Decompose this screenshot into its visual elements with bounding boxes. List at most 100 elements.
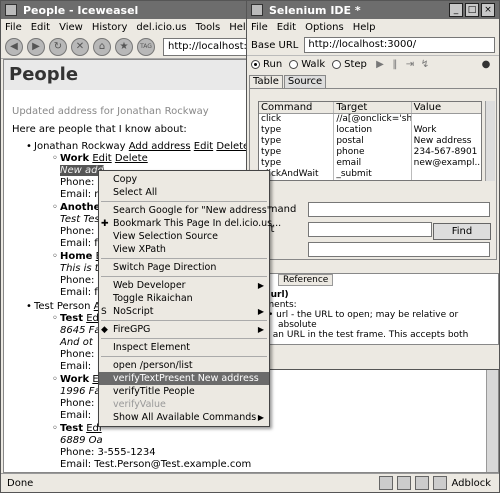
security-status-icon[interactable]: [415, 476, 430, 490]
pause-icon[interactable]: ‖: [389, 59, 401, 71]
tag-icon[interactable]: TAG: [137, 37, 155, 56]
step-icon[interactable]: ⇥: [404, 59, 416, 71]
command-table-scrollbar[interactable]: [485, 101, 495, 181]
maximize-icon[interactable]: □: [465, 3, 479, 17]
menu-delicious[interactable]: del.icio.us: [136, 22, 186, 33]
firegpg-status-icon[interactable]: [433, 476, 448, 490]
menu-tools[interactable]: Tools: [196, 22, 221, 33]
target-cell: phone: [334, 147, 412, 158]
context-menu-item-copy[interactable]: Copy: [99, 173, 269, 186]
column-header-command[interactable]: Command: [259, 102, 335, 113]
menu-view[interactable]: View: [59, 22, 83, 33]
address-line: Email: Test.Person@Test.example.com: [52, 459, 498, 471]
minimize-icon[interactable]: _: [449, 3, 463, 17]
target-input[interactable]: [308, 221, 432, 237]
run-radio[interactable]: Run: [251, 59, 282, 70]
context-menu-item-toggle-rikaichan[interactable]: Toggle Rikaichan: [99, 292, 269, 305]
edit-person-link[interactable]: Edit: [194, 141, 213, 152]
reference-args-label: guments:: [254, 300, 297, 310]
column-header-target[interactable]: Target: [334, 102, 412, 113]
command-row[interactable]: verifyTextPresentNew address: [259, 180, 481, 181]
tab-table[interactable]: Table: [249, 75, 283, 88]
context-menu-item-open-person-list[interactable]: open /person/list: [99, 359, 269, 372]
stop-icon[interactable]: ✕: [71, 37, 89, 56]
reload-icon[interactable]: ↻: [49, 37, 67, 56]
add-address-link[interactable]: Add address: [129, 141, 191, 152]
address-detail: Phone: 3-555-1234: [60, 447, 156, 458]
walk-radio-dot[interactable]: [289, 60, 299, 69]
command-row[interactable]: type postal New address: [259, 136, 481, 147]
script-status-icon[interactable]: [397, 476, 412, 490]
submenu-arrow-icon: ▶: [257, 307, 264, 316]
context-menu-item-verifyvalue: verifyValue: [99, 398, 269, 411]
selenium-menu-options[interactable]: Options: [305, 22, 344, 33]
menu-edit[interactable]: Edit: [31, 22, 50, 33]
record-icon[interactable]: ●: [480, 59, 492, 71]
selenium-menu-edit[interactable]: Edit: [277, 22, 296, 33]
context-menu-item-web-developer[interactable]: Web Developer ▶: [99, 279, 269, 292]
close-icon[interactable]: ×: [481, 3, 495, 17]
value-cell: Work: [413, 125, 437, 135]
selenium-title: Selenium IDE *: [269, 3, 361, 17]
column-header-value[interactable]: Value: [412, 102, 481, 113]
reference-panel: Reference en(url) guments: • url - the U…: [249, 273, 499, 345]
context-menu-item-verifytextpresent-new-address[interactable]: verifyTextPresent New address: [99, 372, 269, 385]
rollup-icon[interactable]: ↯: [419, 59, 431, 71]
menu-file[interactable]: File: [5, 22, 22, 33]
command-input[interactable]: [308, 201, 490, 217]
bullet-icon: ◦: [52, 313, 58, 324]
home-icon[interactable]: ⌂: [93, 37, 111, 56]
person-name: Jonathan Rockway: [34, 141, 126, 152]
selenium-menu-file[interactable]: File: [251, 22, 268, 33]
command-row[interactable]: clickAndWait _submit: [259, 169, 481, 180]
play-icon[interactable]: ▶: [374, 59, 386, 71]
context-menu-item-search-google-for-new-address[interactable]: Search Google for "New address": [99, 204, 271, 217]
tab-source[interactable]: Source: [283, 75, 327, 88]
context-menu-item-noscript[interactable]: S NoScript ▶: [99, 305, 269, 318]
base-url-input[interactable]: http://localhost:3000/: [304, 37, 495, 53]
bookmark-icon[interactable]: ★: [115, 37, 133, 56]
context-menu-item-select-all[interactable]: Select All: [99, 186, 269, 199]
context-menu-label: verifyTitle People: [113, 386, 195, 397]
context-menu-label: FireGPG: [113, 324, 151, 335]
forward-icon[interactable]: ▶: [27, 37, 45, 56]
run-radio-dot[interactable]: [251, 60, 260, 69]
back-icon[interactable]: ◀: [5, 37, 23, 56]
base-url-label: Base URL: [251, 39, 299, 51]
context-menu-label: NoScript: [113, 306, 154, 317]
run-label: Run: [263, 59, 283, 70]
context-menu-item-verifytitle-people[interactable]: verifyTitle People: [99, 385, 269, 398]
noscript-status-icon[interactable]: [379, 476, 394, 490]
context-menu-item-show-all-available-commands[interactable]: Show All Available Commands ▶: [99, 411, 269, 424]
delete-address-link[interactable]: Delete: [115, 153, 148, 164]
command-row[interactable]: click//a[@onclick='sh...: [259, 114, 481, 125]
target-cell: email: [334, 158, 412, 169]
command-row[interactable]: type phone 234-567-8901: [259, 147, 481, 158]
context-menu-label: verifyValue: [113, 399, 166, 410]
command-row[interactable]: type location Work: [259, 125, 481, 136]
tab-reference[interactable]: Reference: [278, 274, 334, 286]
find-button[interactable]: Find: [433, 223, 491, 240]
selenium-menu-help[interactable]: Help: [353, 22, 376, 33]
context-menu-item-firegpg[interactable]: ◆ FireGPG ▶: [99, 323, 269, 336]
value-cell: new@exampl...: [413, 158, 482, 168]
context-menu-item-switch-page-direction[interactable]: Switch Page Direction: [99, 261, 269, 274]
step-radio-dot[interactable]: [332, 60, 342, 69]
adblock-label[interactable]: Adblock: [451, 478, 491, 489]
menu-history[interactable]: History: [92, 22, 128, 33]
context-menu-item-inspect-element[interactable]: Inspect Element: [99, 341, 269, 354]
context-menu-item-view-xpath[interactable]: View XPath: [99, 243, 269, 256]
value-field-row: ue: [258, 241, 490, 257]
reference-title: en(url): [254, 290, 289, 300]
command-cell: type: [259, 125, 335, 136]
context-menu-item-view-selection-source[interactable]: View Selection Source: [99, 230, 269, 243]
bullet-icon: ◦: [52, 423, 58, 434]
step-radio[interactable]: Step: [332, 59, 367, 70]
edit-address-link[interactable]: Edit: [92, 153, 111, 164]
address-title: Work: [60, 153, 90, 164]
command-row[interactable]: type email new@exampl...: [259, 158, 481, 169]
value-input[interactable]: [308, 241, 490, 257]
walk-radio[interactable]: Walk: [289, 59, 325, 70]
context-menu-item-bookmark-this-page-in-del-icio-us[interactable]: ✚ Bookmark This Page In del.icio.us...: [99, 217, 281, 230]
delete-person-link[interactable]: Delete: [216, 141, 249, 152]
